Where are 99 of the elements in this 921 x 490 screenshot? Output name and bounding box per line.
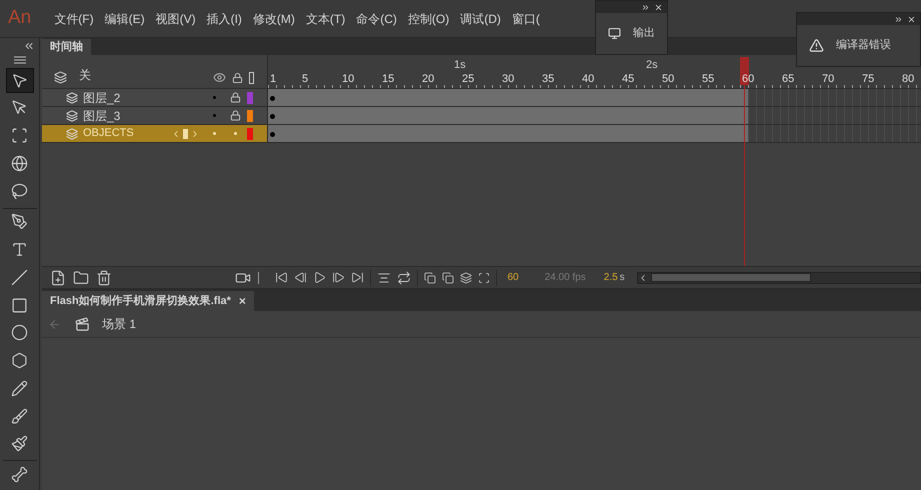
folder-icon[interactable] [73,270,89,286]
expand-icon[interactable] [894,14,903,24]
loop-icon[interactable] [397,270,412,284]
app-logo: An [8,6,32,30]
frame-number: 20 [422,72,434,87]
play-icon[interactable] [313,271,326,284]
monitor-icon[interactable] [608,26,621,41]
collapse-icon[interactable] [23,40,35,52]
tool-button[interactable] [6,68,34,93]
close-icon[interactable] [654,2,663,12]
menu-item[interactable]: 窗口( [512,10,540,28]
first-frame-icon[interactable] [275,271,288,284]
frame-number: 70 [822,72,834,87]
hexagon-icon [11,352,28,370]
paintbrush-icon [11,435,28,452]
delete-icon[interactable] [96,270,112,286]
lock-icon[interactable] [230,110,240,121]
menu-item[interactable]: 插入(I) [206,10,242,28]
current-frame[interactable]: 60 [507,270,519,285]
lasso-icon [11,182,28,200]
globe-icon [11,154,28,172]
document-tab[interactable]: Flash如何制作手机滑屏切换效果.fla* × [42,291,254,311]
lock-icon[interactable] [232,72,243,84]
layer-name: 图层_2 [83,90,122,106]
frame-number: 15 [382,72,394,87]
edit-frames-icon[interactable] [460,272,472,284]
layer-name: OBJECTS [83,126,135,142]
frame-number: 35 [542,72,554,87]
scene-label[interactable]: 场景 1 [102,315,136,333]
transform-icon [11,127,28,144]
menu-item[interactable]: 文本(T) [306,10,346,28]
frame-number: 1 [270,72,276,87]
header-label: 关 [79,67,91,84]
outline-icon[interactable] [249,72,254,84]
frame-number: 40 [582,72,594,87]
layer-row[interactable]: 图层_3 [42,107,268,124]
panel-title[interactable]: 输出 [633,25,655,42]
menu-item[interactable]: 视图(V) [156,10,196,28]
expand-icon[interactable] [641,2,650,12]
onion-outline-icon[interactable] [442,272,454,284]
layer-color-swatch[interactable] [247,110,253,122]
frame-number: 5 [302,72,308,87]
timeline-tab[interactable]: 时间轴 [42,39,91,55]
scrollbar-thumb[interactable] [650,273,811,282]
frame-number: 10 [342,72,354,87]
layer-icon [54,71,67,84]
clapperboard-icon [75,316,90,332]
frame-number: 55 [702,72,714,87]
menu-icon[interactable] [14,56,26,64]
onion-markers-icon[interactable] [478,272,490,284]
layer-icon [66,128,78,140]
seconds-label: 2s [646,58,658,73]
oval-icon [11,324,28,342]
layer-name: 图层_3 [83,108,122,124]
frame-number: 75 [862,72,874,87]
frame-number: 80 [902,72,914,87]
text-tool-icon [11,241,28,258]
horizontal-scrollbar[interactable] [636,272,921,284]
seconds-label: 1s [454,58,466,73]
pencil-icon [11,380,28,397]
time-unit: s [620,271,625,285]
elapsed-time[interactable]: 2.5 [604,270,618,285]
menu-item[interactable]: 修改(M) [252,10,295,28]
layer-color-swatch[interactable] [247,92,253,104]
rectangle-icon [11,296,28,314]
close-icon[interactable] [907,14,916,24]
keyframe-icon[interactable] [183,128,188,138]
frame-number: 25 [462,72,474,87]
selection-arrow-icon [11,72,28,89]
menu-item[interactable]: 控制(O) [408,10,450,28]
center-frame-icon[interactable] [377,270,392,284]
layer-color-swatch[interactable] [247,128,253,140]
new-layer-icon[interactable] [50,270,66,286]
subselection-arrow-icon [11,99,28,116]
layer-icon [66,110,78,122]
pen-icon [11,213,28,230]
last-frame-icon[interactable] [351,271,364,284]
layer-icon [66,92,78,104]
menu-item[interactable]: 编辑(E) [104,10,145,28]
warning-icon[interactable] [809,38,824,53]
menu-item[interactable]: 命令(C) [356,10,397,28]
panel-title[interactable]: 编译器错误 [836,37,891,54]
brush-icon [11,408,28,425]
onion-skin-icon[interactable] [424,272,436,284]
layer-row[interactable]: 图层_2 [42,89,268,106]
frame-number: 65 [782,72,794,87]
step-forward-icon[interactable] [332,271,346,284]
eye-icon[interactable] [213,71,226,84]
menu-item[interactable]: 调试(D) [460,10,501,28]
frame-number: 50 [662,72,674,87]
lock-icon[interactable] [230,92,240,103]
frame-number: 45 [622,72,634,87]
document-title: Flash如何制作手机滑屏切换效果.fla* [50,294,231,309]
bone-icon [11,466,28,484]
step-back-icon[interactable] [294,271,308,284]
close-button[interactable]: × [238,292,246,310]
menu-item[interactable]: 文件(F) [54,10,94,28]
line-icon [11,268,28,286]
frame-number: 30 [502,72,514,87]
